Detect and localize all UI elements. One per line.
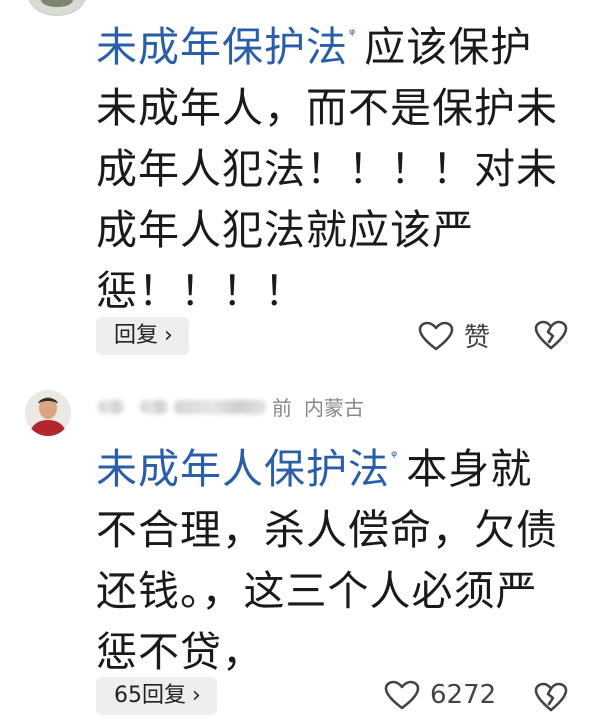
comment-line: 未成年人，而不是保护未 [96,84,558,132]
reply-button[interactable]: 65回复 › [96,677,217,715]
comment-meta: 前 内蒙古 [98,392,364,421]
search-link-icon: ᵠ [349,25,357,43]
comment-line: 成年人犯法！！！！对未 [96,145,558,193]
avatar[interactable] [28,0,86,16]
chevron-right-icon: › [164,323,173,348]
chevron-right-icon: › [192,683,201,708]
topic-link[interactable]: 未成年保护法 [96,23,348,71]
blurred-username [98,399,124,414]
comment-line: 惩不贷， [96,628,264,676]
broken-heart-icon [534,320,568,350]
like-label: 赞 [464,323,491,353]
blurred-text [174,399,266,414]
heart-icon [418,321,454,351]
comment-line: 成年人犯法就应该严 [96,206,474,254]
topic-link[interactable]: 未成年人保护法 [96,445,390,493]
avatar[interactable] [25,390,71,436]
dislike-button[interactable] [534,320,568,350]
comment-line: 应该保护 [364,23,533,71]
search-link-icon: ᵠ [391,447,399,465]
comment-body: 未成年保护法ᵠ 应该保护 未成年人，而不是保护未 成年人犯法！！！！对未 成年人犯… [96,4,586,322]
reply-button[interactable]: 回复 › [96,317,189,355]
reply-label: 回复 [114,323,159,348]
comment-body: 未成年人保护法ᵠ 本身就 不合理，杀人偿命，欠债 还钱。，这三个人必须严 惩不贷， [96,426,586,683]
like-count: 6272 [430,680,497,710]
like-button[interactable]: 6272 [384,680,496,710]
blurred-text [140,399,168,414]
comment-line: 还钱。，这三个人必须严 [96,567,538,615]
region-text: 内蒙古 [304,396,364,420]
dislike-button[interactable] [534,682,568,712]
reply-label: 65回复 [114,683,186,708]
heart-icon [384,680,420,710]
broken-heart-icon [534,682,568,712]
time-text: 前 [272,396,292,420]
comment-line: 不合理，杀人偿命，欠债 [96,506,558,554]
like-button[interactable]: 赞 [418,317,490,354]
comment-line: 惩！！！！ [96,267,306,315]
comment-line: 本身就 [406,445,533,493]
